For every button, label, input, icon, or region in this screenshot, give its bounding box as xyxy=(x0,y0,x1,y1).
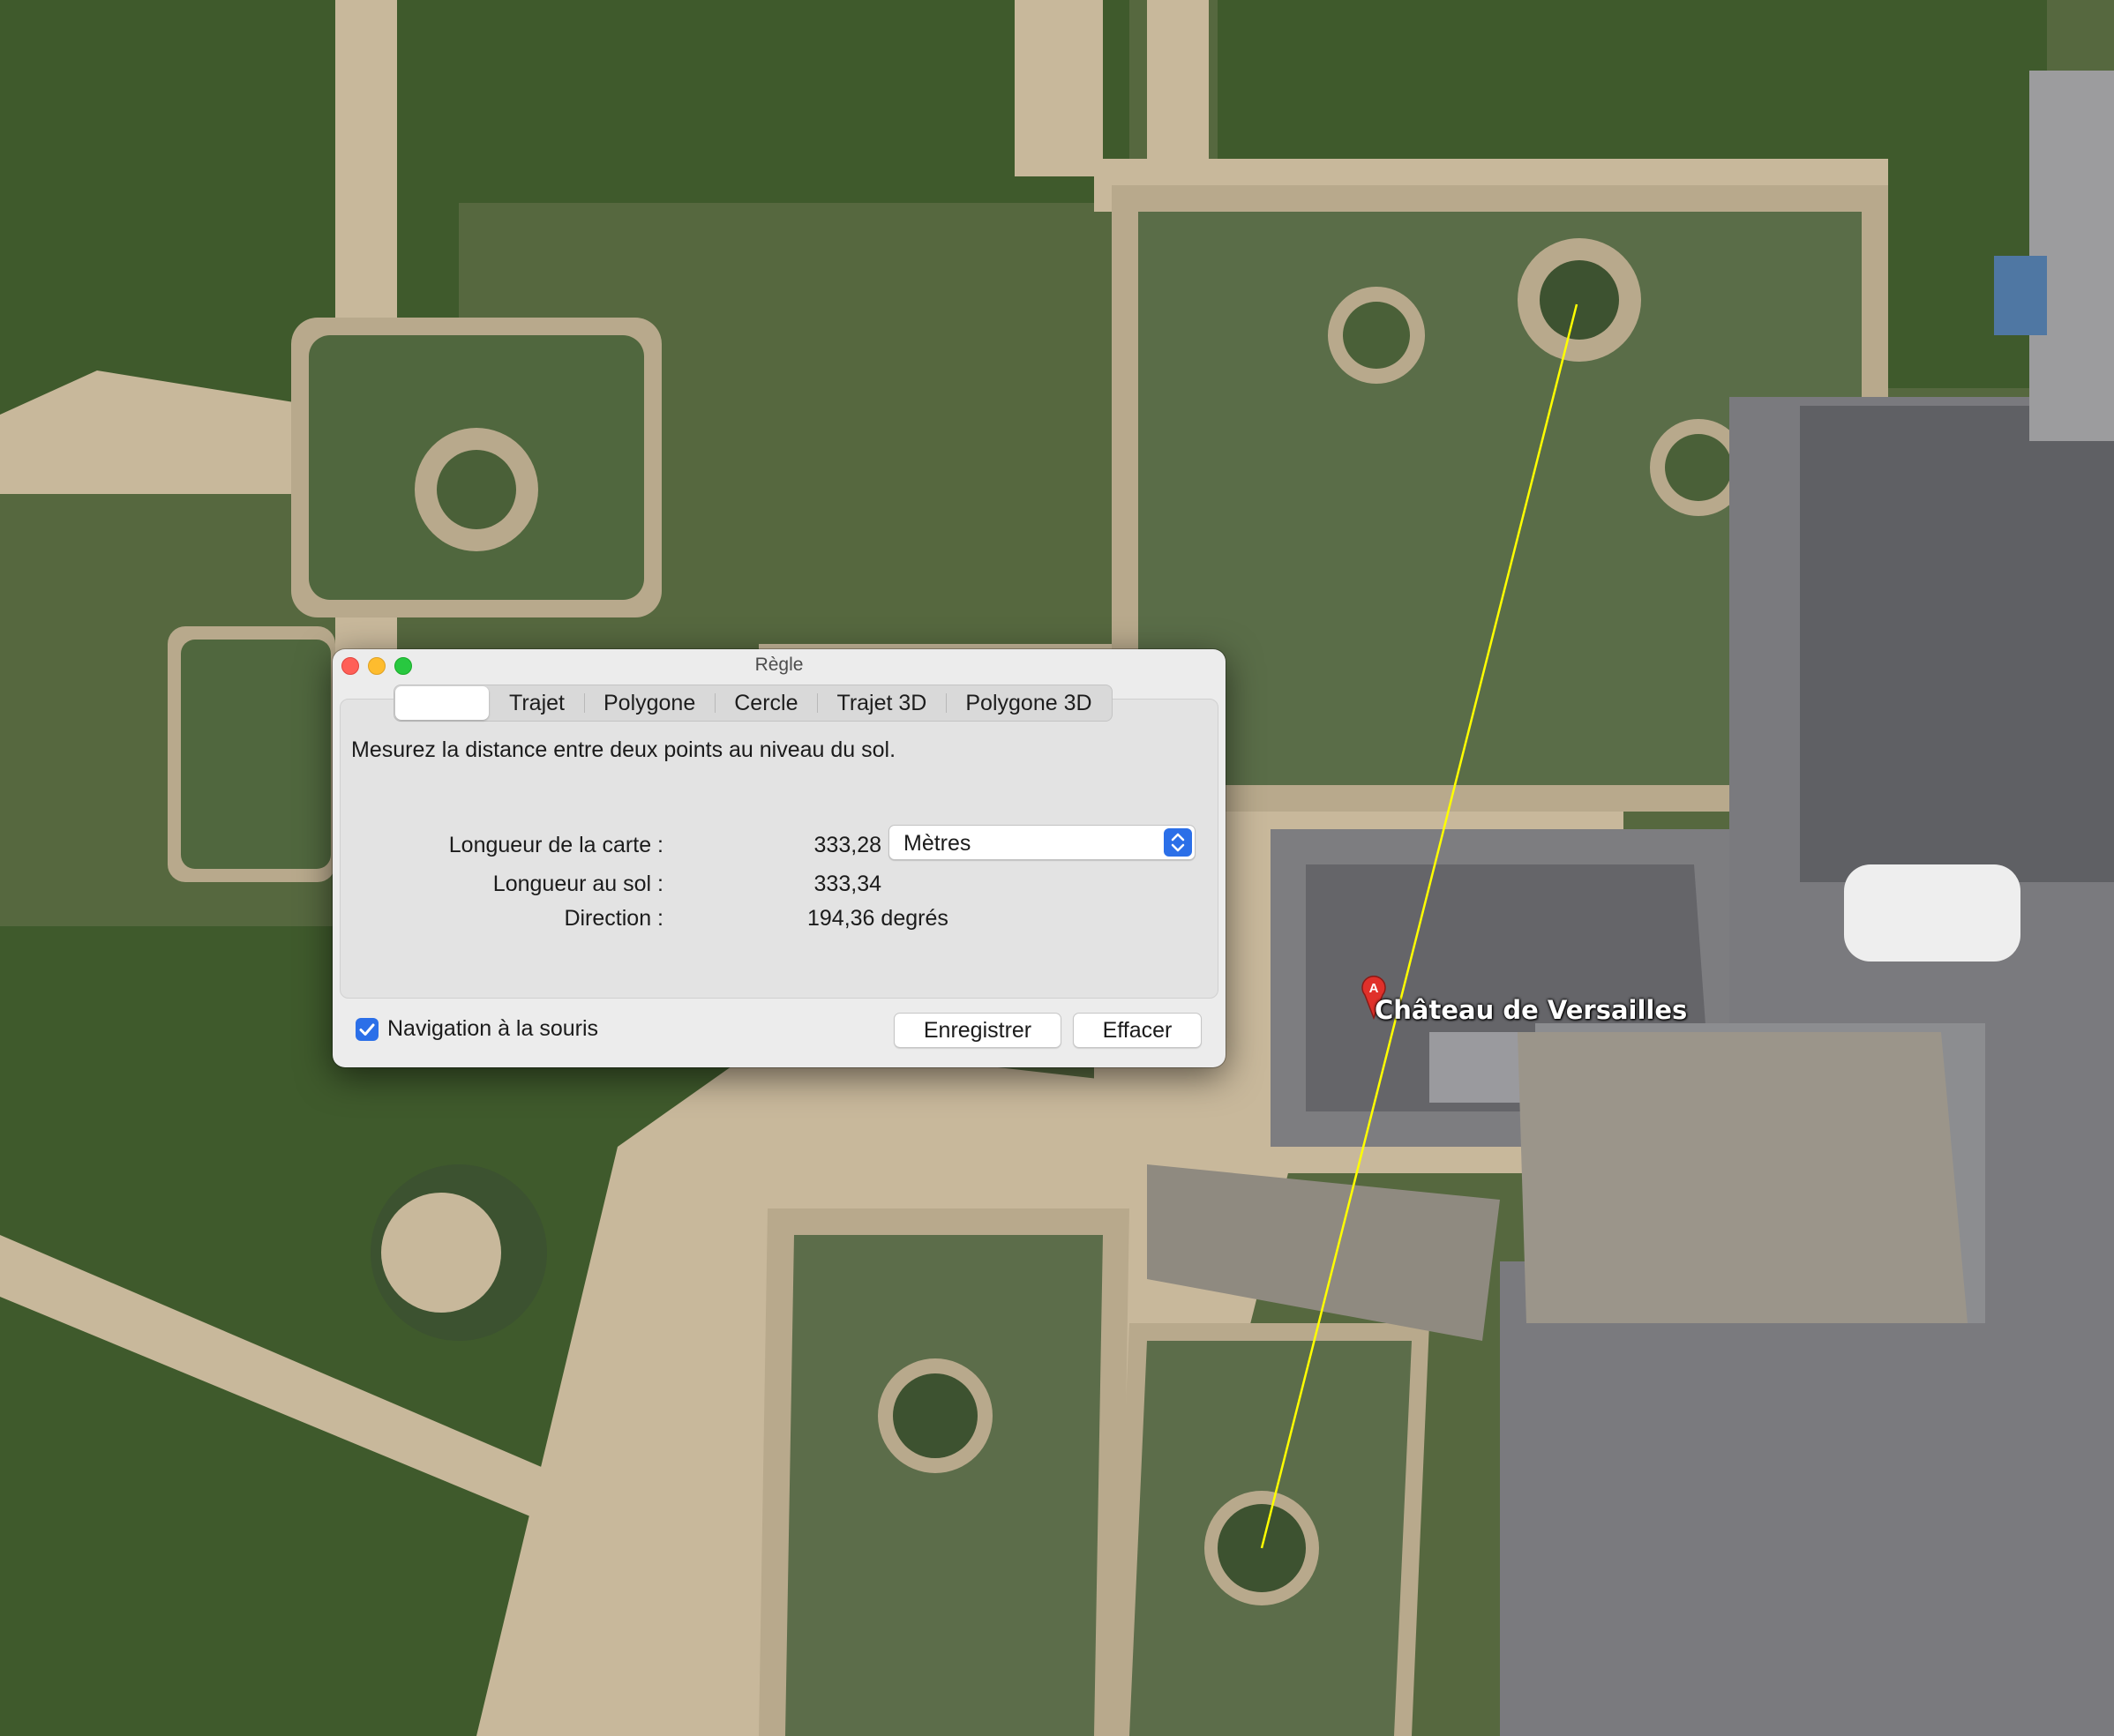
units-select[interactable]: Mètres xyxy=(888,825,1196,860)
ruler-window: Règle Trajet Polygone Cercle Trajet 3D P… xyxy=(333,649,1226,1067)
tab-trajet[interactable]: Trajet xyxy=(490,685,584,721)
direction-label: Direction : xyxy=(564,906,663,931)
tab-trajet-3d[interactable]: Trajet 3D xyxy=(817,685,946,721)
tab-polygone-3d[interactable]: Polygone 3D xyxy=(946,685,1111,721)
save-button[interactable]: Enregistrer xyxy=(894,1013,1061,1048)
window-title: Règle xyxy=(754,655,804,675)
tab-ligne[interactable] xyxy=(395,686,489,720)
ground-length-value: 333,34 xyxy=(813,872,881,896)
title-bar[interactable]: Règle xyxy=(333,649,1226,679)
units-select-value: Mètres xyxy=(903,831,971,856)
ground-length-label: Longueur au sol : xyxy=(492,872,663,896)
checkmark-icon xyxy=(359,1023,375,1036)
map-length-value: 333,28 xyxy=(813,833,881,857)
tab-cercle[interactable]: Cercle xyxy=(715,685,817,721)
ruler-description: Mesurez la distance entre deux points au… xyxy=(351,737,896,762)
updown-chevron-icon xyxy=(1164,828,1192,857)
direction-value: 194,36 degrés xyxy=(807,906,948,931)
tab-bar: Trajet Polygone Cercle Trajet 3D Polygon… xyxy=(394,685,1113,722)
mouse-navigation-checkbox[interactable] xyxy=(356,1018,379,1041)
svg-text:A: A xyxy=(1369,981,1379,996)
mouse-navigation-label[interactable]: Navigation à la souris xyxy=(387,1016,598,1042)
clear-button[interactable]: Effacer xyxy=(1073,1013,1202,1048)
tab-polygone[interactable]: Polygone xyxy=(583,685,715,721)
map-length-label: Longueur de la carte : xyxy=(448,833,663,857)
placemark-label[interactable]: Château de Versailles xyxy=(1375,995,1687,1025)
